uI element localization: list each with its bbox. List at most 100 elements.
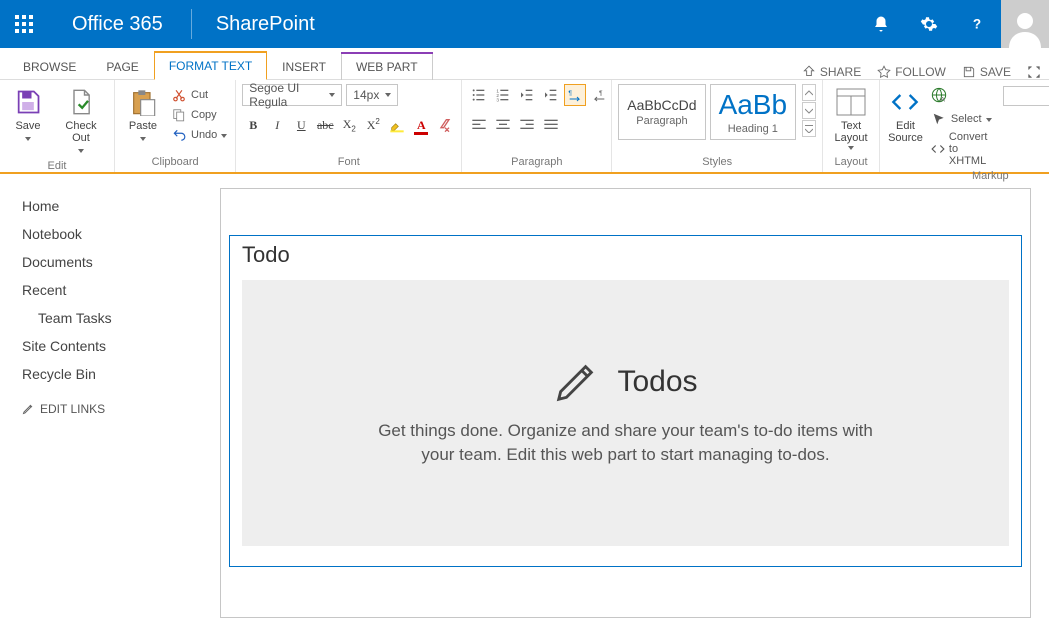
- checkout-button[interactable]: Check Out: [54, 84, 108, 158]
- select-button[interactable]: Select: [929, 110, 999, 128]
- group-paragraph: 123 ¶ ¶ Paragraph: [462, 80, 612, 172]
- nav-team-tasks[interactable]: Team Tasks: [22, 304, 172, 332]
- nav-recycle-bin[interactable]: Recycle Bin: [22, 360, 172, 388]
- copy-button[interactable]: Copy: [169, 106, 229, 124]
- strikethrough-button[interactable]: abc: [314, 114, 336, 136]
- suite-header: Office 365 SharePoint ?: [0, 0, 1049, 48]
- quick-launch: Home Notebook Documents Recent Team Task…: [0, 174, 180, 635]
- edit-links-button[interactable]: EDIT LINKS: [22, 402, 172, 416]
- app-name[interactable]: SharePoint: [192, 0, 339, 48]
- edit-source-button[interactable]: Edit Source: [886, 84, 925, 146]
- nav-site-contents[interactable]: Site Contents: [22, 332, 172, 360]
- todo-description: Get things done. Organize and share your…: [366, 419, 886, 467]
- todo-webpart: Todos Get things done. Organize and shar…: [242, 280, 1009, 546]
- svg-text:¶: ¶: [599, 90, 603, 97]
- cut-button[interactable]: Cut: [169, 86, 229, 104]
- page-body: Home Notebook Documents Recent Team Task…: [0, 174, 1049, 635]
- group-edit: Save Check Out Edit: [0, 80, 115, 172]
- markup-stack: A Select Convert to XHTML: [929, 84, 999, 168]
- todo-title: Todos: [617, 365, 697, 399]
- group-font-label: Font: [242, 154, 455, 170]
- align-center-button[interactable]: [492, 114, 514, 136]
- styles-down-icon[interactable]: [802, 102, 816, 119]
- style-heading1[interactable]: AaBb Heading 1: [710, 84, 797, 140]
- ltr-button[interactable]: ¶: [564, 84, 586, 106]
- tab-web-part[interactable]: WEB PART: [341, 53, 433, 80]
- group-paragraph-label: Paragraph: [468, 154, 605, 170]
- font-color-button[interactable]: A: [410, 114, 432, 136]
- nav-recent[interactable]: Recent: [22, 276, 172, 304]
- follow-action[interactable]: FOLLOW: [869, 65, 954, 79]
- group-layout-label: Layout: [829, 154, 873, 170]
- app-launcher-icon[interactable]: [0, 0, 48, 48]
- bullets-button[interactable]: [468, 84, 490, 106]
- group-styles: AaBbCcDd Paragraph AaBb Heading 1 Styles: [612, 80, 823, 172]
- svg-text:A: A: [940, 97, 945, 103]
- align-right-button[interactable]: [516, 114, 538, 136]
- convert-xhtml-button[interactable]: Convert to XHTML: [929, 130, 999, 168]
- group-styles-label: Styles: [618, 154, 816, 170]
- help-icon[interactable]: ?: [953, 0, 1001, 48]
- notifications-icon[interactable]: [857, 0, 905, 48]
- group-markup: Edit Source A Select Convert to XHTML Ma…: [880, 80, 1049, 172]
- svg-text:?: ?: [973, 17, 981, 32]
- language-button[interactable]: A: [929, 86, 999, 104]
- page-canvas[interactable]: Todo Todos Get things done. Organize and…: [220, 188, 1031, 618]
- nav-home[interactable]: Home: [22, 192, 172, 220]
- numbering-button[interactable]: 123: [492, 84, 514, 106]
- nav-notebook[interactable]: Notebook: [22, 220, 172, 248]
- edit-links-label: EDIT LINKS: [40, 402, 105, 416]
- styles-up-icon[interactable]: [802, 84, 816, 101]
- subscript-button[interactable]: X2: [338, 114, 360, 136]
- markup-styles-select[interactable]: [1003, 86, 1049, 106]
- underline-button[interactable]: U: [290, 114, 312, 136]
- highlight-button[interactable]: [386, 114, 408, 136]
- markup-select-wrap: [1003, 84, 1049, 106]
- focus-action[interactable]: [1019, 65, 1049, 79]
- zone-title: Todo: [242, 242, 1009, 268]
- user-avatar[interactable]: [1001, 0, 1049, 48]
- header-right: ?: [857, 0, 1049, 48]
- styles-more-icon[interactable]: [802, 120, 816, 137]
- settings-icon[interactable]: [905, 0, 953, 48]
- tab-browse[interactable]: BROWSE: [8, 53, 91, 80]
- italic-button[interactable]: I: [266, 114, 288, 136]
- superscript-button[interactable]: X2: [362, 114, 384, 136]
- svg-text:¶: ¶: [569, 90, 573, 97]
- align-left-button[interactable]: [468, 114, 490, 136]
- group-clipboard-label: Clipboard: [121, 154, 229, 170]
- pencil-icon: [22, 403, 34, 415]
- save-label: SAVE: [980, 65, 1011, 79]
- share-action[interactable]: SHARE: [794, 65, 869, 79]
- group-edit-label: Edit: [6, 158, 108, 174]
- paste-button[interactable]: Paste: [121, 84, 165, 146]
- text-layout-button[interactable]: Text Layout: [829, 84, 873, 152]
- share-label: SHARE: [820, 65, 861, 79]
- ribbon: Save Check Out Edit Paste Cut Copy Undo …: [0, 80, 1049, 174]
- svg-text:3: 3: [497, 98, 500, 103]
- nav-documents[interactable]: Documents: [22, 248, 172, 276]
- indent-button[interactable]: [540, 84, 562, 106]
- web-part-zone[interactable]: Todo Todos Get things done. Organize and…: [229, 235, 1022, 567]
- save-button[interactable]: Save: [6, 84, 50, 146]
- follow-label: FOLLOW: [895, 65, 946, 79]
- tab-page[interactable]: PAGE: [91, 53, 153, 80]
- main-content: Todo Todos Get things done. Organize and…: [180, 174, 1049, 635]
- style-paragraph[interactable]: AaBbCcDd Paragraph: [618, 84, 705, 140]
- ribbon-tabs: BROWSE PAGE FORMAT TEXT INSERT WEB PART …: [0, 48, 1049, 80]
- suite-brand[interactable]: Office 365: [48, 0, 191, 48]
- clear-format-button[interactable]: [434, 114, 456, 136]
- outdent-button[interactable]: [516, 84, 538, 106]
- tab-insert[interactable]: INSERT: [267, 53, 341, 80]
- tab-format-text[interactable]: FORMAT TEXT: [154, 52, 267, 80]
- group-clipboard: Paste Cut Copy Undo Clipboard: [115, 80, 236, 172]
- font-name-select[interactable]: Segoe UI Regula: [242, 84, 342, 106]
- bold-button[interactable]: B: [242, 114, 264, 136]
- styles-scroll: [802, 84, 816, 154]
- align-justify-button[interactable]: [540, 114, 562, 136]
- pencil-icon: [553, 359, 599, 405]
- font-size-select[interactable]: 14px: [346, 84, 398, 106]
- rtl-button[interactable]: ¶: [588, 84, 610, 106]
- undo-button[interactable]: Undo: [169, 126, 229, 144]
- save-action[interactable]: SAVE: [954, 65, 1019, 79]
